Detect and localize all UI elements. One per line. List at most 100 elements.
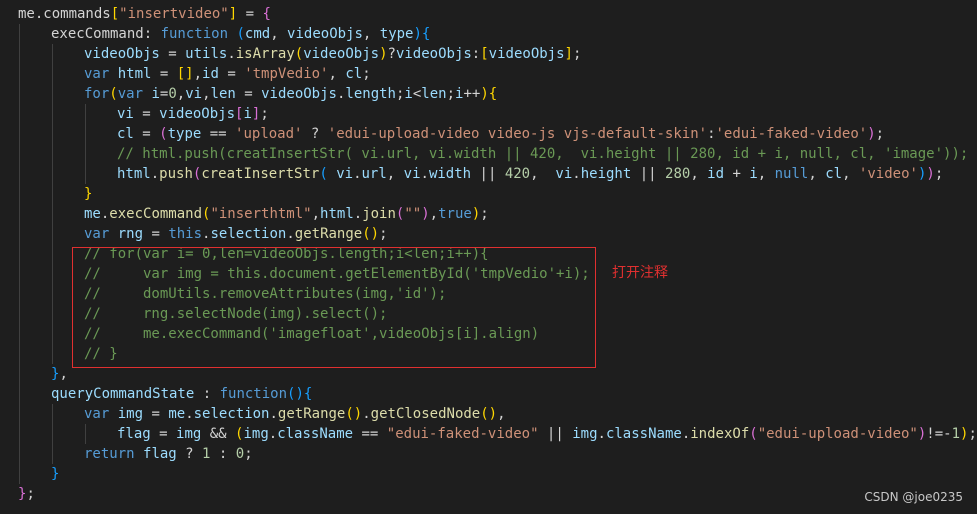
code-token: execCommand: [109, 206, 203, 222]
code-token: ;: [572, 46, 582, 62]
code-token: {: [421, 26, 431, 42]
code-token: type: [379, 26, 414, 42]
code-token: ,: [176, 86, 186, 102]
code-token: !=-: [926, 426, 952, 442]
code-line: me.commands["insertvideo"] = {: [18, 4, 271, 24]
code-token: :: [210, 446, 236, 462]
code-token: (): [287, 386, 304, 402]
code-token: me: [168, 406, 186, 422]
code-token: ,: [690, 166, 708, 182]
code-token: ;: [934, 166, 944, 182]
code-token: ;: [260, 106, 269, 122]
code-token: ==: [201, 126, 236, 142]
code-token: className: [277, 426, 354, 442]
code-token: .: [353, 206, 363, 222]
code-token: className: [605, 426, 682, 442]
code-token: ;: [446, 86, 456, 102]
code-token: =: [150, 426, 177, 442]
code-token: :: [194, 386, 220, 402]
code-token: me.commands: [18, 6, 111, 22]
code-token: i: [749, 166, 758, 182]
code-token: .: [572, 166, 581, 182]
code-line: var rng = this.selection.getRange();: [84, 224, 388, 244]
code-token: execCommand: [51, 26, 144, 42]
code-editor[interactable]: me.commands["insertvideo"] = { execComman…: [0, 0, 977, 514]
code-token: }: [51, 466, 60, 482]
code-token: vi: [403, 166, 421, 182]
code-token: ++: [463, 86, 481, 102]
code-token: &&: [201, 426, 236, 442]
code-token: "": [404, 206, 422, 222]
code-token: ,: [757, 166, 775, 182]
code-token: ||: [538, 426, 573, 442]
annotation-highlight-box: [72, 247, 596, 368]
code-line: // html.push(creatInsertStr( vi.url, vi.…: [117, 144, 968, 164]
code-token: ,: [328, 66, 346, 82]
code-token: getRange: [277, 406, 346, 422]
code-token: ): [421, 206, 430, 222]
code-token: me: [84, 206, 101, 222]
code-token: =: [218, 66, 245, 82]
code-token: =: [159, 46, 186, 62]
code-token: .: [185, 406, 194, 422]
code-token: return: [84, 446, 135, 462]
code-token: html: [117, 166, 151, 182]
code-token: cl: [117, 126, 134, 142]
code-token: ,: [530, 166, 556, 182]
code-token: isArray: [235, 46, 295, 62]
code-token: .: [420, 166, 429, 182]
indent-guide: [85, 424, 86, 444]
code-token: null: [774, 166, 809, 182]
code-token: html: [117, 66, 152, 82]
code-token: ): [471, 206, 481, 222]
code-token: 'upload': [235, 126, 303, 142]
code-token: utils: [185, 46, 228, 62]
code-token: function: [160, 26, 229, 42]
code-token: "edui-faked-video": [386, 426, 539, 442]
code-token: img: [117, 406, 144, 422]
code-token: vi: [185, 86, 203, 102]
code-token: .: [268, 426, 278, 442]
code-token: "inserthtml": [210, 206, 312, 222]
code-token: i: [151, 86, 160, 102]
code-token: ,: [202, 86, 211, 102]
code-token: getClosedNode: [370, 406, 481, 422]
code-token: (): [480, 406, 498, 422]
code-token: i: [243, 106, 252, 122]
code-token: {: [303, 386, 313, 402]
code-token: .: [269, 406, 278, 422]
code-token: ;: [875, 126, 885, 142]
code-token: (): [345, 406, 363, 422]
code-token: type: [167, 126, 202, 142]
code-token: 'tmpVedio': [244, 66, 329, 82]
code-token: width: [428, 166, 472, 182]
code-token: {: [488, 86, 498, 102]
code-token: html: [320, 206, 354, 222]
code-token: :: [707, 126, 716, 142]
code-token: ,: [311, 206, 321, 222]
code-token: ||: [631, 166, 666, 182]
code-token: ?: [387, 46, 396, 62]
code-token: ==: [353, 426, 387, 442]
code-token: 1: [951, 426, 961, 442]
code-token: id: [707, 166, 725, 182]
indent-guide: [85, 104, 86, 184]
code-token: selection: [193, 406, 270, 422]
code-token: =: [133, 126, 160, 142]
code-token: id: [202, 66, 219, 82]
code-token: rng: [117, 226, 144, 242]
code-token: =: [143, 226, 169, 242]
code-line: videoObjs = utils.isArray(videoObjs)?vid…: [84, 44, 581, 64]
code-token: img: [572, 426, 598, 442]
code-token: .: [362, 406, 371, 422]
indent-guide: [19, 24, 20, 484]
code-token: join: [362, 206, 396, 222]
code-token: [: [110, 6, 120, 22]
code-token: ;: [362, 66, 371, 82]
code-token: .: [227, 46, 236, 62]
code-token: selection: [210, 226, 287, 242]
code-token: [: [480, 46, 489, 62]
code-token: "edui-upload-video": [757, 426, 918, 442]
code-token: cmd: [244, 26, 271, 42]
